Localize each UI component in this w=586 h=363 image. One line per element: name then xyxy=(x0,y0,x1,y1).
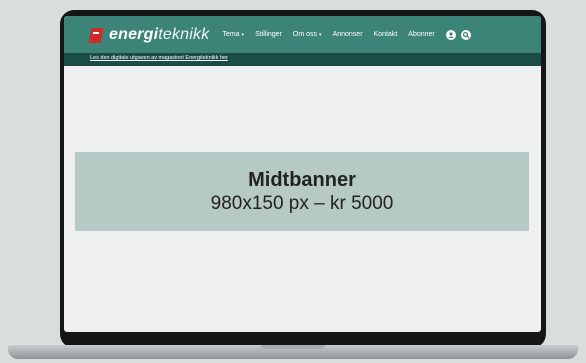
laptop-base xyxy=(8,345,578,359)
logo-mark-icon xyxy=(88,26,108,44)
digital-edition-link[interactable]: Les den digitale utgaven av magasinet En… xyxy=(90,55,228,61)
chevron-down-icon: ▾ xyxy=(241,31,245,38)
nav-item-label: Annonser xyxy=(332,31,363,38)
logo-text-part2: teknikk xyxy=(158,25,210,43)
user-icon[interactable] xyxy=(445,29,456,40)
search-icon[interactable] xyxy=(460,29,471,40)
mid-banner-placeholder: Midtbanner 980x150 px – kr 5000 xyxy=(75,152,529,231)
nav-item-label: Om oss xyxy=(292,31,318,38)
site-header: energiteknikk Tema ▾ Stillinger Om oss ▾… xyxy=(64,16,541,53)
nav-item-label: Abonner xyxy=(408,31,435,38)
nav-item-abonner[interactable]: Abonner xyxy=(408,31,434,38)
nav-item-kontakt[interactable]: Kontakt xyxy=(374,31,398,38)
nav-item-stillinger[interactable]: Stillinger xyxy=(255,31,282,38)
nav-item-label: Tema xyxy=(222,31,240,38)
nav-item-tema[interactable]: Tema ▾ xyxy=(222,31,244,38)
logo-text-part1: energi xyxy=(109,25,159,43)
banner-size-price: 980x150 px – kr 5000 xyxy=(210,192,394,214)
chevron-down-icon: ▾ xyxy=(319,31,322,38)
nav-item-label: Stillinger xyxy=(255,31,282,38)
nav-item-label: Kontakt xyxy=(373,31,398,38)
main-nav: Tema ▾ Stillinger Om oss ▾ Annonser Kont… xyxy=(222,29,475,40)
laptop-screen: energiteknikk Tema ▾ Stillinger Om oss ▾… xyxy=(64,16,541,332)
banner-title: Midtbanner xyxy=(248,168,356,191)
nav-item-annonser[interactable]: Annonser xyxy=(333,31,363,38)
logo-text: energiteknikk xyxy=(109,26,209,44)
site-logo[interactable]: energiteknikk xyxy=(88,16,209,53)
laptop-base-notch xyxy=(261,345,325,349)
digital-edition-bar: Les den digitale utgaven av magasinet En… xyxy=(64,53,541,66)
nav-item-om-oss[interactable]: Om oss ▾ xyxy=(293,31,322,38)
